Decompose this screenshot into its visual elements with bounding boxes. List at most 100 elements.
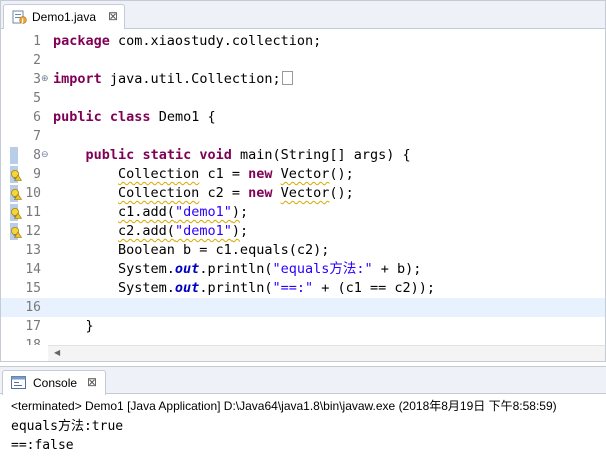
code-token: out [174,280,200,296]
collapse-fold-icon[interactable]: ⊖ [41,149,49,159]
code-token: .println( [199,261,273,277]
code-token: out [174,261,200,277]
console-tab-label: Console [33,376,78,390]
console-output-line: equals方法:true [11,419,124,434]
code-token: public [53,109,102,125]
code-token: class [109,109,151,125]
code-token: java.util.Collection; [101,71,281,87]
code-line[interactable]: 8 ⊖ public static void main(String[] args… [1,146,605,165]
code-text: public class Demo1 { [53,108,216,127]
code-line[interactable]: 10 Collection c2 = new Vector(); [1,184,605,203]
line-number: 15 [25,281,41,296]
line-number: 12 [25,224,41,239]
scroll-left-icon[interactable]: ◀ [54,349,60,357]
code-token: package [53,33,110,49]
code-text: Collection c2 = new Vector(); [53,184,354,203]
code-token: + b); [372,261,422,277]
code-token: "equals方法:" [272,261,373,277]
code-line[interactable]: 14 System.out.println("equals方法:" + b); [1,260,605,279]
code-text: System.out.println("equals方法:" + b); [53,260,421,279]
code-line[interactable]: 11 c1.add("demo1"); [1,203,605,222]
line-number: 2 [33,53,41,68]
quickfix-warning-icon[interactable] [10,169,22,181]
code-text: Collection c1 = new Vector(); [53,165,354,184]
code-area[interactable]: 1 package com.xiaostudy.collection; 2 3 ⊕ imp… [1,32,605,345]
code-token: c1.add( [118,204,175,220]
quickfix-warning-icon[interactable] [10,226,22,238]
horizontal-scrollbar[interactable]: ◀ [48,345,605,361]
code-token: + (c1 == c2)); [313,280,436,296]
code-token: .println( [199,280,273,296]
code-text: } [53,317,94,336]
code-token: ; [239,204,249,220]
code-token: Collection [118,166,200,182]
code-token: System. [53,280,175,296]
collapsed-imports-marker[interactable] [281,71,293,85]
code-token: ; [239,223,249,239]
code-line[interactable]: 9 Collection c1 = new Vector(); [1,165,605,184]
console-status-line: <terminated> Demo1 [Java Application] D:… [11,399,557,413]
code-token: System. [53,261,175,277]
ruler-marker [10,147,18,164]
line-number: 18 [19,336,41,345]
code-text: package com.xiaostudy.collection; [53,32,321,51]
code-text: System.out.println("==:" + (c1 == c2)); [53,279,435,298]
line-number: 6 [33,110,41,125]
code-token: (); [329,166,354,182]
code-line[interactable]: 6 public class Demo1 { [1,108,605,127]
code-line[interactable]: 3 ⊕ import java.util.Collection; [1,70,605,89]
console-output[interactable]: equals方法:true ==:false [11,417,123,455]
close-tab-icon[interactable]: ⊠ [108,10,118,22]
console-icon [11,376,26,389]
tab-console[interactable]: Console ⊠ [2,370,106,395]
code-line[interactable]: 2 [1,51,605,70]
code-line[interactable]: 17 } [1,317,605,336]
quickfix-warning-icon[interactable] [10,207,22,219]
code-text: c2.add("demo1"); [53,222,248,241]
line-number: 17 [25,319,41,334]
code-line[interactable]: 5 [1,89,605,108]
tab-demo1-java[interactable]: J Demo1.java ⊠ [3,4,125,29]
console-output-line: ==:false [11,438,74,453]
expand-fold-icon[interactable]: ⊕ [41,73,49,83]
code-token: void [199,147,232,163]
line-number: 5 [33,91,41,106]
code-line[interactable]: 15 System.out.println("==:" + (c1 == c2)… [1,279,605,298]
code-token: main(String[] args) { [231,147,411,163]
editor-pane[interactable]: J Demo1.java ⊠ 1 package com.xiaostudy.co… [0,0,606,362]
code-line[interactable]: 12 c2.add("demo1"); [1,222,605,241]
line-number: 11 [25,205,41,220]
java-file-icon: J [12,10,27,24]
code-token: Vector [280,166,330,182]
code-token: Collection [118,185,200,201]
code-token: com.xiaostudy.collection; [109,33,322,49]
code-token: static [142,147,192,163]
code-token: (); [329,185,354,201]
code-token: "demo1" [174,204,232,220]
code-token: public [85,147,135,163]
code-line[interactable]: 16 [1,298,605,317]
editor-tab-bar: J Demo1.java ⊠ [1,1,605,29]
quickfix-warning-icon[interactable] [10,188,22,200]
code-line[interactable]: 18 [1,336,605,345]
close-console-icon[interactable]: ⊠ [87,376,97,388]
code-line[interactable]: 1 package com.xiaostudy.collection; [1,32,605,51]
code-text: public static void main(String[] args) { [53,146,411,165]
console-tab-bar: Console ⊠ [0,366,606,395]
code-line[interactable]: 7 [1,127,605,146]
annotation-ruler [10,32,22,345]
line-number: 10 [25,186,41,201]
code-token: import [53,71,102,87]
code-line[interactable]: 13 Boolean b = c1.equals(c2); [1,241,605,260]
line-number: 16 [25,300,41,315]
code-token: new [248,185,273,201]
line-number: 1 [33,34,41,49]
code-text: import java.util.Collection; [53,70,293,89]
